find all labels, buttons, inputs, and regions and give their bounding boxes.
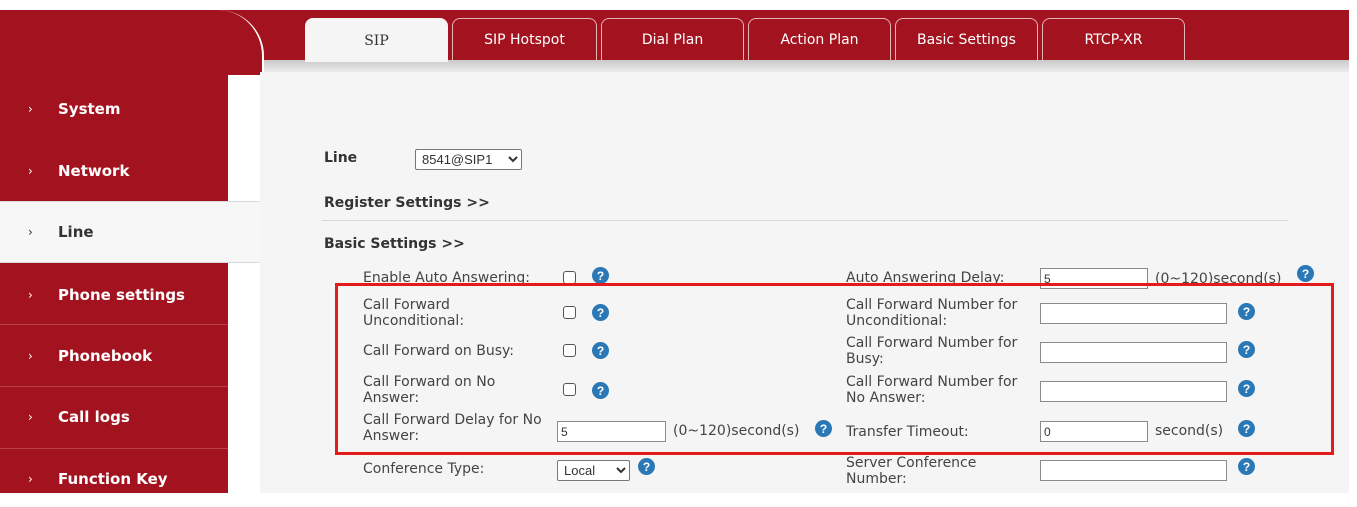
cf-unconditional-checkbox[interactable] [563, 306, 576, 319]
cf-number-busy-label: Call Forward Number for Busy: [846, 335, 1018, 367]
basic-settings-link[interactable]: Basic Settings >> [324, 236, 465, 252]
tab-action-plan[interactable]: Action Plan [748, 18, 891, 60]
chevron-right-icon: › [28, 472, 33, 486]
line-select[interactable]: 8541@SIP1 [415, 149, 522, 170]
question-circle-icon[interactable]: ? [1238, 303, 1255, 320]
sidebar-item-call-logs[interactable]: › Call logs [0, 389, 228, 445]
cf-no-answer-checkbox[interactable] [563, 383, 576, 396]
cf-delay-unit: (0~120)second(s) [673, 423, 800, 439]
cf-number-no-answer-label: Call Forward Number for No Answer: [846, 374, 1018, 406]
tab-rtcp-xr[interactable]: RTCP-XR [1042, 18, 1185, 60]
sidebar-item-phonebook[interactable]: › Phonebook [0, 328, 228, 384]
sidebar-header [0, 10, 264, 75]
sidebar-item-label: Line [58, 223, 94, 241]
auto-answer-delay-input[interactable] [1040, 268, 1148, 289]
tab-sip-hotspot[interactable]: SIP Hotspot [452, 18, 597, 60]
sidebar-item-system[interactable]: › System [0, 81, 228, 137]
auto-answer-delay-unit: (0~120)second(s) [1155, 271, 1282, 287]
chevron-right-icon: › [28, 225, 33, 239]
server-conference-number-label: Server Conference Number: [846, 455, 977, 487]
sidebar-item-function-key[interactable]: › Function Key [0, 451, 228, 507]
sidebar-item-label: Phonebook [58, 347, 153, 365]
sidebar-item-label: Function Key [58, 470, 168, 488]
transfer-timeout-unit: second(s) [1155, 423, 1224, 439]
auto-answer-checkbox[interactable] [563, 271, 576, 284]
tab-basic-settings[interactable]: Basic Settings [895, 18, 1038, 60]
sidebar-item-label: Phone settings [58, 286, 185, 304]
cf-number-no-answer-input[interactable] [1040, 381, 1227, 402]
conference-type-select[interactable]: Local [557, 460, 630, 481]
question-circle-icon[interactable]: ? [815, 420, 832, 437]
cf-busy-checkbox[interactable] [563, 344, 576, 357]
sidebar-item-phone-settings[interactable]: › Phone settings [0, 267, 228, 323]
tab-sip[interactable]: SIP [305, 18, 448, 62]
cf-number-busy-input[interactable] [1040, 342, 1227, 363]
question-circle-icon[interactable]: ? [592, 304, 609, 321]
sidebar-item-line[interactable]: › Line [0, 201, 262, 263]
cf-unconditional-label: Call Forward Unconditional: [363, 297, 465, 329]
question-circle-icon[interactable]: ? [592, 382, 609, 399]
chevron-right-icon: › [28, 164, 33, 178]
chevron-right-icon: › [28, 102, 33, 116]
question-circle-icon[interactable]: ? [1238, 420, 1255, 437]
conference-type-label: Conference Type: [363, 461, 485, 477]
chevron-right-icon: › [28, 349, 33, 363]
transfer-timeout-label: Transfer Timeout: [846, 424, 969, 440]
register-settings-link[interactable]: Register Settings >> [324, 195, 490, 211]
question-circle-icon[interactable]: ? [638, 458, 655, 475]
cf-delay-input[interactable] [557, 421, 666, 442]
auto-answer-delay-label: Auto Answering Delay: [846, 270, 1005, 286]
sidebar-divider [0, 324, 228, 325]
chevron-right-icon: › [28, 410, 33, 424]
cf-no-answer-label: Call Forward on No Answer: [363, 374, 496, 406]
question-circle-icon[interactable]: ? [592, 342, 609, 359]
cf-busy-label: Call Forward on Busy: [363, 343, 514, 359]
tab-dial-plan[interactable]: Dial Plan [601, 18, 744, 60]
question-circle-icon[interactable]: ? [1238, 380, 1255, 397]
sidebar-item-label: System [58, 100, 121, 118]
chevron-right-icon: › [28, 288, 33, 302]
section-divider [322, 220, 1288, 221]
cf-number-unconditional-input[interactable] [1040, 303, 1227, 324]
transfer-timeout-input[interactable] [1040, 421, 1148, 442]
auto-answer-label: Enable Auto Answering: [363, 270, 531, 286]
question-circle-icon[interactable]: ? [1297, 265, 1314, 282]
sidebar-item-label: Call logs [58, 408, 130, 426]
cf-number-unconditional-label: Call Forward Number for Unconditional: [846, 297, 1018, 329]
question-circle-icon[interactable]: ? [1238, 341, 1255, 358]
sidebar-divider [0, 386, 228, 387]
cf-delay-label: Call Forward Delay for No Answer: [363, 412, 542, 444]
question-circle-icon[interactable]: ? [1238, 458, 1255, 475]
sidebar: › System › Network › Line › Phone settin… [0, 75, 262, 493]
sidebar-divider [0, 448, 228, 449]
question-circle-icon[interactable]: ? [592, 267, 609, 284]
server-conference-number-input[interactable] [1040, 460, 1227, 481]
line-label: Line [324, 150, 358, 166]
sidebar-item-label: Network [58, 162, 130, 180]
sidebar-item-network[interactable]: › Network [0, 143, 228, 199]
